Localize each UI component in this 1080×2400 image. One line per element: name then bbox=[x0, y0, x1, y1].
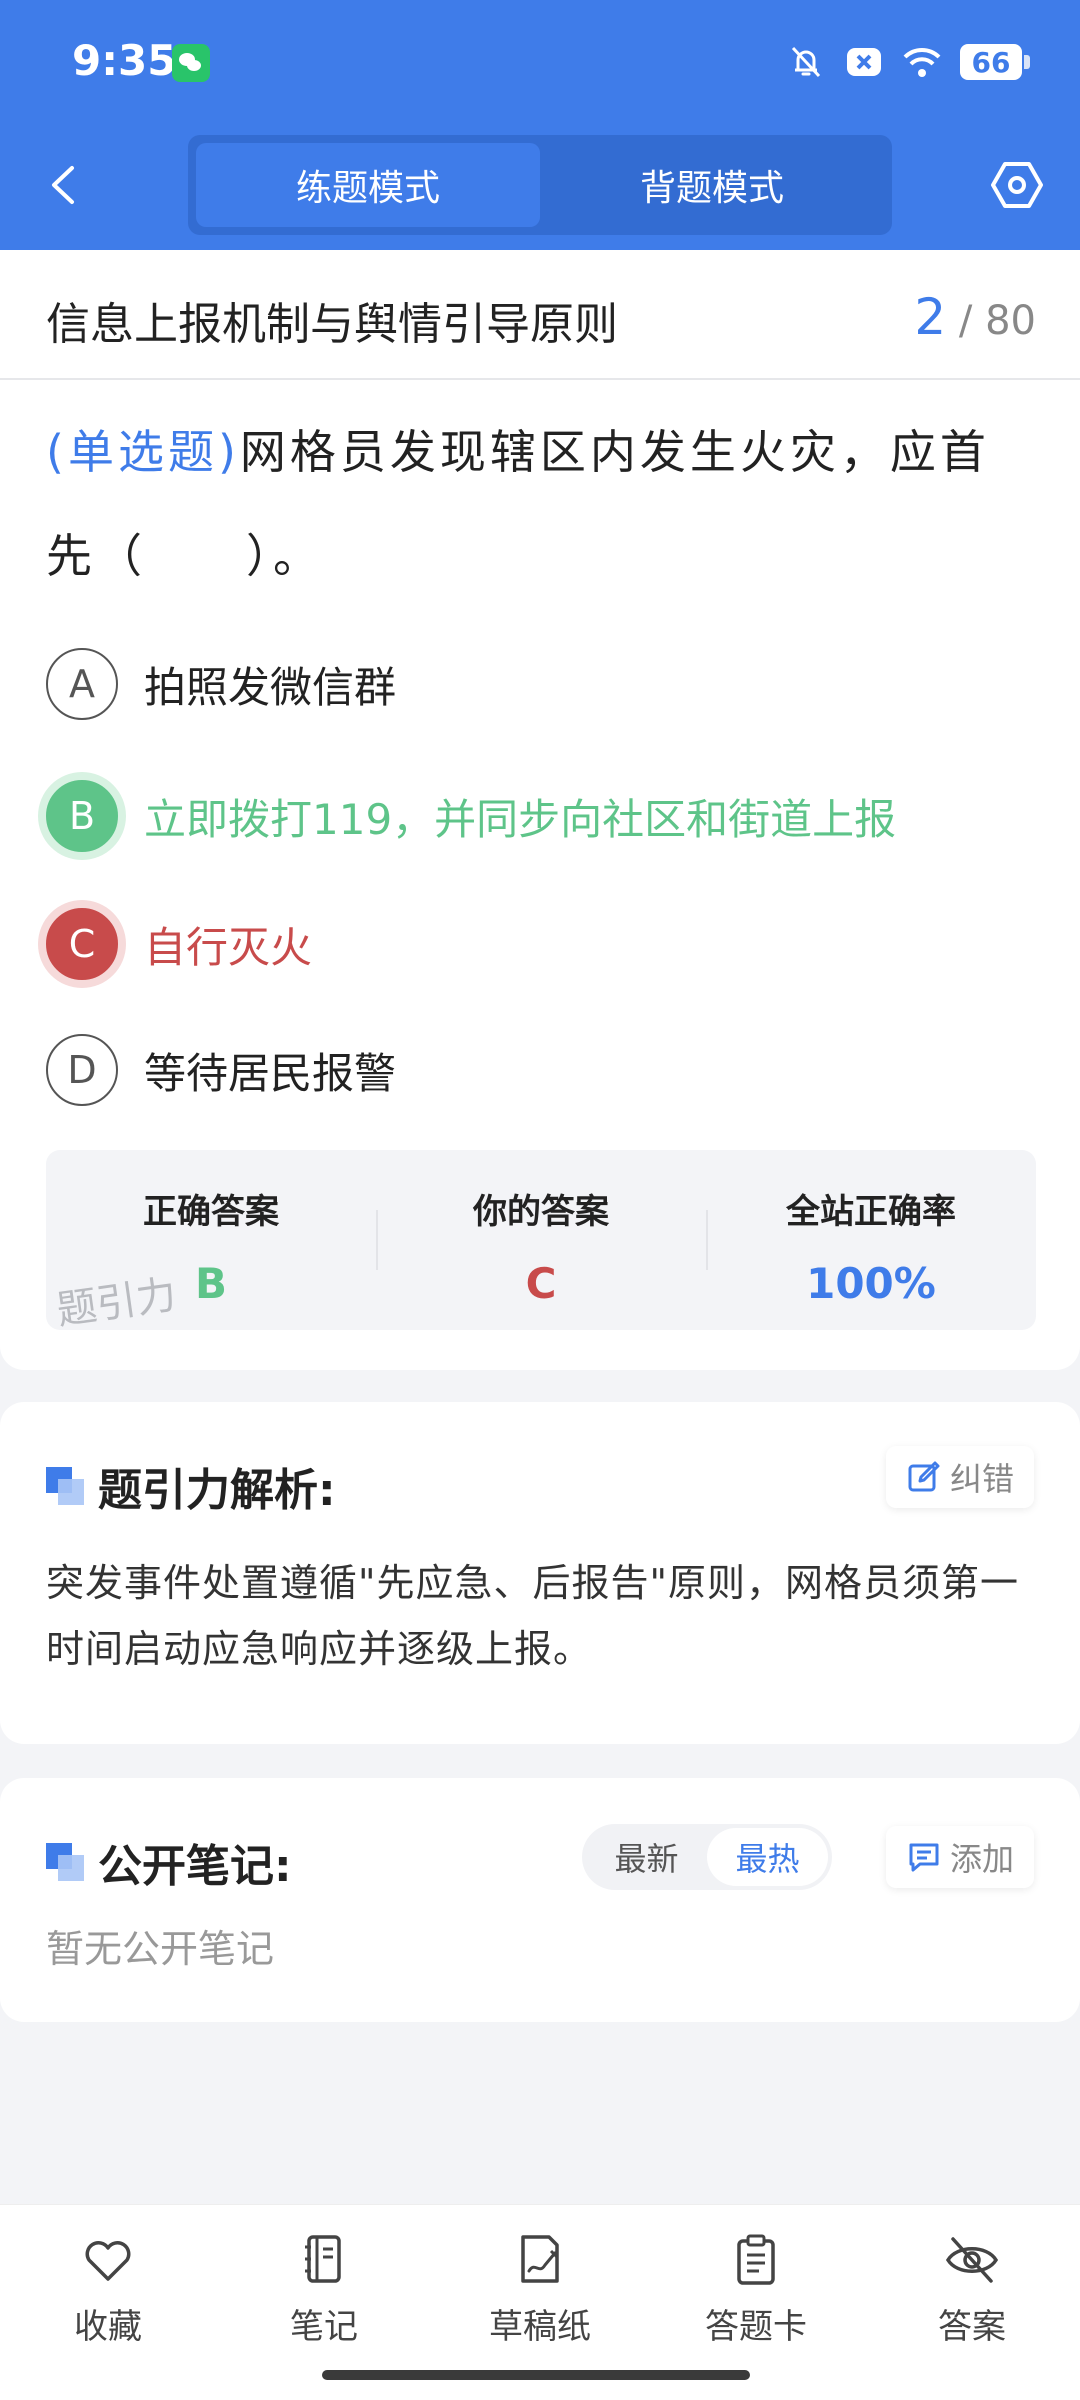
settings-hexagon-icon[interactable] bbox=[990, 158, 1044, 212]
option-letter: C bbox=[46, 908, 118, 980]
nav-label: 笔记 bbox=[290, 2307, 358, 2347]
correct-answer-column: 正确答案 B 题引力 bbox=[46, 1150, 376, 1334]
option-d[interactable]: D 等待居民报警 bbox=[46, 1032, 396, 1108]
tab-memorize-mode[interactable]: 背题模式 bbox=[540, 143, 884, 227]
notes-sort-toggle: 最新 最热 bbox=[582, 1824, 832, 1890]
question-card: 信息上报机制与舆情引导原则 2 / 80 (单选题)网格员发现辖区内发生火灾，应… bbox=[0, 250, 1080, 1370]
option-letter: B bbox=[46, 780, 118, 852]
nav-label: 答题卡 bbox=[705, 2307, 807, 2347]
option-b[interactable]: B 立即拨打119，并同步向社区和街道上报 bbox=[46, 778, 896, 854]
site-accuracy-value: 100% bbox=[806, 1259, 936, 1308]
battery-indicator: 66 bbox=[960, 44, 1030, 80]
option-a[interactable]: A 拍照发微信群 bbox=[46, 646, 396, 722]
question-stem: (单选题)网格员发现辖区内发生火灾，应首先（ ）。 bbox=[46, 400, 1036, 608]
eye-off-icon bbox=[945, 2237, 999, 2283]
comment-icon bbox=[909, 1843, 939, 1872]
watermark: 题引力 bbox=[53, 1271, 180, 1335]
tab-practice-mode[interactable]: 练题模式 bbox=[196, 143, 540, 227]
report-error-label: 纠错 bbox=[949, 1460, 1014, 1498]
option-text: 拍照发微信群 bbox=[144, 662, 397, 712]
option-letter: D bbox=[46, 1034, 118, 1106]
question-type: (单选题) bbox=[46, 425, 240, 479]
heart-icon bbox=[85, 2241, 131, 2281]
sort-newest[interactable]: 最新 bbox=[586, 1828, 707, 1886]
close-notification-icon bbox=[847, 48, 881, 76]
question-title-row: 信息上报机制与舆情引导原则 2 / 80 bbox=[0, 250, 1080, 380]
correct-answer-label: 正确答案 bbox=[143, 1192, 279, 1232]
notes-title: 公开笔记: bbox=[98, 1841, 292, 1892]
option-letter: A bbox=[46, 648, 118, 720]
status-icons: 66 bbox=[786, 38, 1030, 86]
status-time: 9:35 bbox=[72, 36, 177, 85]
nav-favorite[interactable]: 收藏 bbox=[0, 2205, 216, 2400]
section-squares-icon bbox=[46, 1467, 84, 1505]
analysis-header: 题引力解析: bbox=[46, 1454, 336, 1518]
sort-hottest[interactable]: 最热 bbox=[707, 1828, 828, 1886]
question-counter: 2 / 80 bbox=[914, 288, 1036, 346]
notes-header: 公开笔记: bbox=[46, 1830, 292, 1894]
wifi-icon bbox=[903, 47, 941, 77]
analysis-text: 突发事件处置遵循"先应急、后报告"原则，网格员须第一时间启动应急响应并逐级上报。 bbox=[46, 1561, 1019, 1671]
analysis-card: 题引力解析: 纠错 突发事件处置遵循"先应急、后报告"原则，网格员须第一时间启动… bbox=[0, 1402, 1080, 1744]
answer-sheet-icon bbox=[737, 2234, 775, 2285]
mute-bell-icon bbox=[791, 46, 821, 78]
notebook-icon bbox=[305, 2235, 341, 2283]
section-squares-icon bbox=[46, 1843, 84, 1881]
app-header: 9:35 66 练题模式 背题模式 bbox=[0, 0, 1080, 250]
nav-show-answer[interactable]: 答案 bbox=[864, 2205, 1080, 2400]
correct-answer-value: B bbox=[194, 1259, 227, 1308]
site-accuracy-column: 全站正确率 100% bbox=[706, 1150, 1036, 1330]
option-c[interactable]: C 自行灭火 bbox=[46, 906, 312, 982]
draft-icon bbox=[521, 2235, 559, 2283]
current-question-number: 2 bbox=[914, 288, 947, 346]
edit-icon bbox=[908, 1461, 940, 1492]
wechat-notification-icon bbox=[172, 44, 210, 82]
option-text: 等待居民报警 bbox=[144, 1048, 397, 1098]
nav-label: 草稿纸 bbox=[489, 2307, 591, 2347]
report-error-button[interactable]: 纠错 bbox=[885, 1446, 1034, 1508]
answer-summary: 正确答案 B 题引力 你的答案 C 全站正确率 100% bbox=[46, 1150, 1036, 1334]
add-note-label: 添加 bbox=[949, 1840, 1014, 1878]
status-bar: 9:35 66 bbox=[0, 0, 1080, 120]
option-text: 立即拨打119，并同步向社区和街道上报 bbox=[144, 794, 897, 844]
option-text: 自行灭火 bbox=[144, 922, 313, 972]
notes-empty-state: 暂无公开笔记 bbox=[46, 1927, 275, 1971]
back-arrow-icon[interactable] bbox=[40, 160, 90, 210]
mode-switch: 练题模式 背题模式 bbox=[188, 135, 892, 235]
analysis-title: 题引力解析: bbox=[98, 1465, 336, 1516]
public-notes-card: 公开笔记: 最新 最热 添加 暂无公开笔记 bbox=[0, 1778, 1080, 2022]
home-indicator[interactable] bbox=[322, 2370, 750, 2380]
total-question-count: / 80 bbox=[958, 298, 1036, 344]
your-answer-label: 你的答案 bbox=[473, 1192, 609, 1232]
your-answer-value: C bbox=[525, 1259, 557, 1308]
nav-label: 收藏 bbox=[74, 2307, 142, 2347]
chapter-title: 信息上报机制与舆情引导原则 bbox=[46, 299, 618, 350]
site-accuracy-label: 全站正确率 bbox=[786, 1192, 956, 1232]
your-answer-column: 你的答案 C bbox=[376, 1150, 706, 1330]
add-note-button[interactable]: 添加 bbox=[885, 1826, 1034, 1888]
nav-label: 答案 bbox=[938, 2307, 1006, 2347]
